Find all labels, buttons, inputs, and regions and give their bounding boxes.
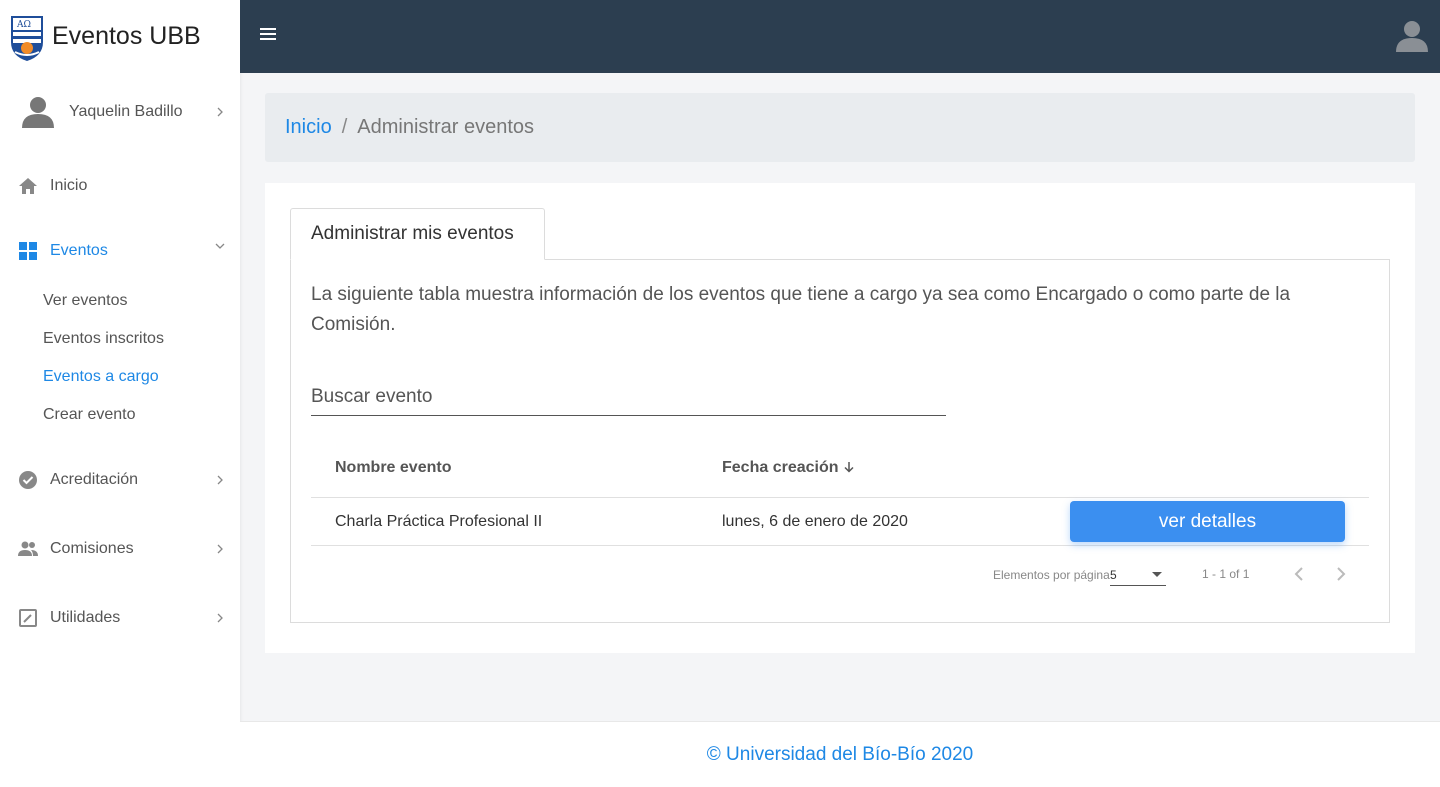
account-avatar-icon[interactable] [1394,18,1430,54]
hamburger-menu-icon[interactable] [260,27,276,41]
page-size-select[interactable]: 5 [1110,562,1166,586]
chevron-down-icon [215,243,225,249]
breadcrumb: Inicio / Administrar eventos [265,93,1415,162]
grid-icon [19,242,37,260]
user-avatar-icon [22,97,54,128]
table-description: La siguiente tabla muestra información d… [311,284,1291,335]
chevron-right-icon [217,475,223,484]
chevron-right-icon [217,613,223,622]
submenu-eventos-inscritos[interactable]: Eventos inscritos [43,320,240,358]
breadcrumb-home-link[interactable]: Inicio [285,116,332,139]
events-table: Nombre evento Fecha creación Charla Prác… [311,438,1369,586]
ver-detalles-button[interactable]: ver detalles [1070,501,1345,542]
home-icon [19,177,37,194]
page-size-label: Elementos por página [993,568,1110,582]
sidebar-item-inicio[interactable]: Inicio [0,151,240,220]
sidebar-item-acreditacion[interactable]: Acreditación [0,445,240,514]
chevron-right-icon [217,544,223,553]
search-input[interactable] [311,378,946,416]
table-header: Nombre evento Fecha creación [311,438,1369,498]
column-header-fecha[interactable]: Fecha creación [722,459,855,477]
sidebar-item-utilidades[interactable]: Utilidades [0,583,240,652]
tab-panel: La siguiente tabla muestra información d… [290,259,1390,623]
sidebar-item-comisiones[interactable]: Comisiones [0,514,240,583]
sidebar-item-label: Eventos [50,242,108,259]
submenu-eventos-a-cargo[interactable]: Eventos a cargo [43,358,240,396]
sidebar: AΩ Eventos UBB Yaquelin Badillo Inicio E… [0,0,240,787]
footer: © Universidad del Bío-Bío 2020 [240,721,1440,787]
sidebar-item-eventos[interactable]: Eventos [0,220,240,282]
sidebar-item-label: Inicio [50,176,88,194]
svg-text:AΩ: AΩ [16,20,31,30]
page-size-value: 5 [1110,568,1117,582]
chevron-right-icon [217,107,223,117]
footer-copyright-link[interactable]: © Universidad del Bío-Bío 2020 [707,744,973,766]
topbar [240,0,1440,73]
tab-administrar-mis-eventos[interactable]: Administrar mis eventos [290,208,545,260]
table-row: Charla Práctica Profesional II lunes, 6 … [311,498,1369,546]
user-name: Yaquelin Badillo [69,103,183,120]
breadcrumb-current: Administrar eventos [357,116,535,138]
previous-page-icon[interactable] [1290,564,1310,584]
sidebar-item-label: Comisiones [50,539,134,557]
cell-event-date: lunes, 6 de enero de 2020 [722,513,908,530]
cell-event-name: Charla Práctica Profesional II [335,513,543,530]
sidebar-item-label: Utilidades [50,608,121,626]
column-header-fecha-label: Fecha creación [722,459,839,476]
page-range: 1 - 1 of 1 [1202,567,1250,581]
eventos-submenu: Ver eventos Eventos inscritos Eventos a … [0,282,240,434]
submenu-crear-evento[interactable]: Crear evento [43,396,240,434]
main-card: Administrar mis eventos La siguiente tab… [265,183,1415,653]
check-circle-icon [19,470,37,489]
next-page-icon[interactable] [1330,564,1350,584]
brand-title: Eventos UBB [52,22,201,50]
people-icon [18,541,38,556]
user-menu[interactable]: Yaquelin Badillo [0,73,240,151]
submenu-ver-eventos[interactable]: Ver eventos [43,282,240,320]
edit-square-icon [19,608,37,627]
university-shield-logo: AΩ [11,15,43,61]
breadcrumb-separator: / [341,116,348,138]
dropdown-caret-icon [1152,572,1162,577]
sort-arrow-down-icon [843,462,854,473]
paginator: Elementos por página 5 1 - 1 of 1 [311,560,1369,590]
column-header-nombre[interactable]: Nombre evento [335,459,451,477]
sidebar-item-label: Acreditación [50,470,139,488]
brand[interactable]: AΩ Eventos UBB [0,0,240,73]
